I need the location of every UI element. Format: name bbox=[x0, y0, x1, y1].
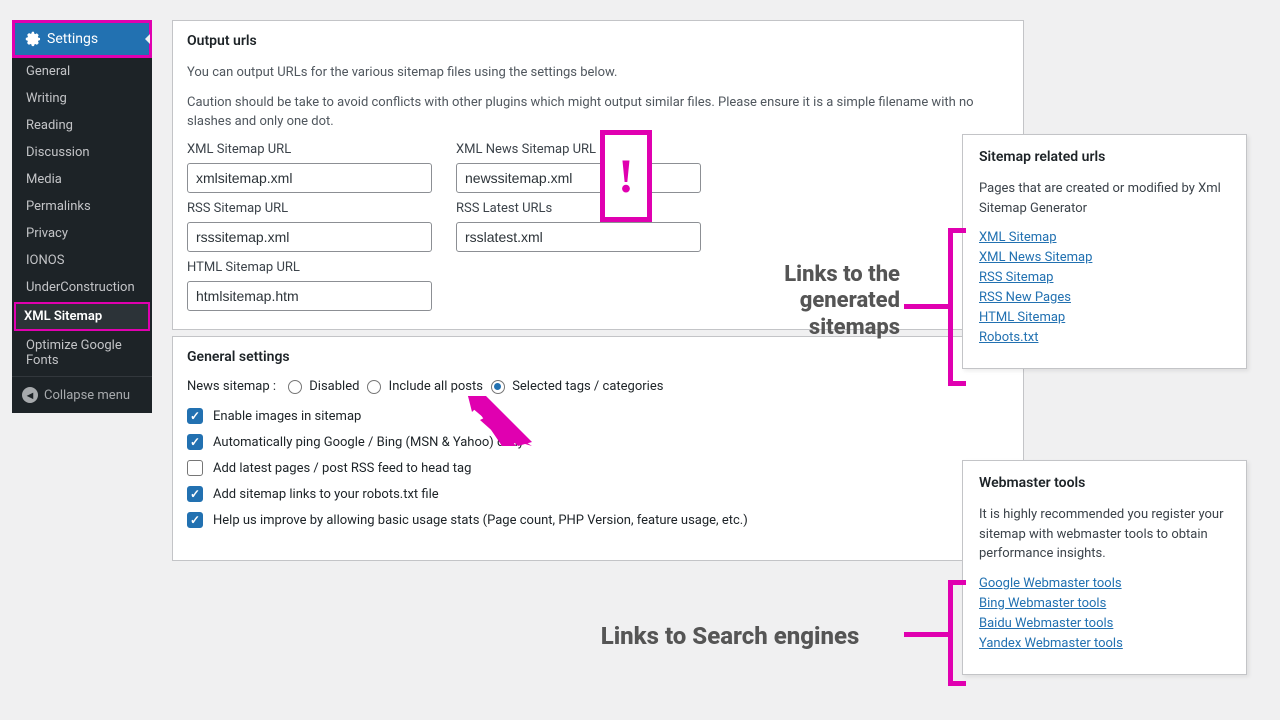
related-link-html-sitemap[interactable]: HTML Sitemap bbox=[979, 310, 1230, 325]
tools-link-baidu-webmaster-tools[interactable]: Baidu Webmaster tools bbox=[979, 616, 1230, 631]
xml-news-label: XML News Sitemap URL bbox=[456, 142, 701, 157]
collapse-icon: ◄ bbox=[22, 387, 38, 403]
tools-title: Webmaster tools bbox=[979, 475, 1230, 491]
sidebar-item-reading[interactable]: Reading bbox=[12, 112, 152, 139]
related-link-xml-sitemap[interactable]: XML Sitemap bbox=[979, 230, 1230, 245]
output-desc-2: Caution should be take to avoid conflict… bbox=[187, 93, 1009, 132]
sidebar-item-general[interactable]: General bbox=[12, 58, 152, 85]
checkbox-row: Enable images in sitemap bbox=[187, 408, 1009, 424]
html-sitemap-label: HTML Sitemap URL bbox=[187, 260, 432, 275]
radio-selected-tags-categories[interactable] bbox=[491, 380, 505, 394]
connector-icon bbox=[904, 632, 952, 637]
checkbox-row: Add sitemap links to your robots.txt fil… bbox=[187, 486, 1009, 502]
checkbox-label: Enable images in sitemap bbox=[213, 409, 361, 424]
radio-label: Disabled bbox=[306, 379, 359, 394]
tools-desc: It is highly recommended you register yo… bbox=[979, 505, 1230, 564]
annotation-links-sitemaps: Links to the generated sitemaps bbox=[720, 262, 900, 341]
webmaster-tools-box: Webmaster tools It is highly recommended… bbox=[962, 460, 1247, 675]
rss-sitemap-input[interactable] bbox=[187, 222, 432, 252]
general-settings-title: General settings bbox=[187, 349, 1009, 365]
news-sitemap-label: News sitemap : bbox=[187, 379, 276, 394]
checkbox[interactable] bbox=[187, 512, 203, 528]
news-sitemap-row: News sitemap : Disabled Include all post… bbox=[187, 379, 1009, 394]
checkbox[interactable] bbox=[187, 460, 203, 476]
checkbox-label: Add sitemap links to your robots.txt fil… bbox=[213, 487, 439, 502]
collapse-menu[interactable]: ◄ Collapse menu bbox=[12, 376, 152, 413]
checkbox-row: Add latest pages / post RSS feed to head… bbox=[187, 460, 1009, 476]
sidebar-settings-header[interactable]: Settings bbox=[12, 20, 152, 58]
sidebar-item-ionos[interactable]: IONOS bbox=[12, 247, 152, 274]
xml-news-input[interactable] bbox=[456, 163, 701, 193]
rss-latest-input[interactable] bbox=[456, 222, 701, 252]
xml-sitemap-input[interactable] bbox=[187, 163, 432, 193]
checkbox[interactable] bbox=[187, 408, 203, 424]
radio-disabled[interactable] bbox=[288, 380, 302, 394]
collapse-label: Collapse menu bbox=[44, 388, 130, 403]
gear-icon bbox=[25, 31, 41, 47]
exclamation-icon: ! bbox=[600, 130, 652, 222]
related-desc: Pages that are created or modified by Xm… bbox=[979, 179, 1230, 218]
general-settings-panel: General settings News sitemap : Disabled… bbox=[172, 336, 1024, 561]
rss-latest-label: RSS Latest URLs bbox=[456, 201, 701, 216]
connector-icon bbox=[904, 304, 952, 309]
sidebar-item-privacy[interactable]: Privacy bbox=[12, 220, 152, 247]
tools-link-yandex-webmaster-tools[interactable]: Yandex Webmaster tools bbox=[979, 636, 1230, 651]
arrow-icon bbox=[468, 396, 532, 446]
rss-sitemap-label: RSS Sitemap URL bbox=[187, 201, 432, 216]
related-link-rss-sitemap[interactable]: RSS Sitemap bbox=[979, 270, 1230, 285]
related-title: Sitemap related urls bbox=[979, 149, 1230, 165]
output-desc-1: You can output URLs for the various site… bbox=[187, 63, 1009, 83]
checkbox-row: Help us improve by allowing basic usage … bbox=[187, 512, 1009, 528]
related-link-xml-news-sitemap[interactable]: XML News Sitemap bbox=[979, 250, 1230, 265]
radio-label: Include all posts bbox=[385, 379, 483, 394]
sidebar-item-writing[interactable]: Writing bbox=[12, 85, 152, 112]
xml-sitemap-label: XML Sitemap URL bbox=[187, 142, 432, 157]
checkbox-label: Add latest pages / post RSS feed to head… bbox=[213, 461, 471, 476]
sidebar-item-underconstruction[interactable]: UnderConstruction bbox=[12, 274, 152, 301]
checkbox[interactable] bbox=[187, 434, 203, 450]
checkbox-label: Help us improve by allowing basic usage … bbox=[213, 513, 748, 528]
related-link-robots-txt[interactable]: Robots.txt bbox=[979, 330, 1230, 345]
related-link-rss-new-pages[interactable]: RSS New Pages bbox=[979, 290, 1230, 305]
sidebar-settings-label: Settings bbox=[47, 31, 98, 47]
radio-include-all-posts[interactable] bbox=[367, 380, 381, 394]
annotation-links-engines: Links to Search engines bbox=[560, 622, 900, 651]
tools-link-bing-webmaster-tools[interactable]: Bing Webmaster tools bbox=[979, 596, 1230, 611]
sidebar-item-media[interactable]: Media bbox=[12, 166, 152, 193]
sidebar-item-optimize-google-fonts[interactable]: Optimize Google Fonts bbox=[12, 332, 152, 374]
tools-link-google-webmaster-tools[interactable]: Google Webmaster tools bbox=[979, 576, 1230, 591]
output-urls-title: Output urls bbox=[187, 33, 1009, 49]
html-sitemap-input[interactable] bbox=[187, 281, 432, 311]
radio-label: Selected tags / categories bbox=[509, 379, 663, 394]
sidebar-item-permalinks[interactable]: Permalinks bbox=[12, 193, 152, 220]
sidebar-item-xml-sitemap[interactable]: XML Sitemap bbox=[14, 302, 150, 331]
settings-sidebar: Settings GeneralWritingReadingDiscussion… bbox=[12, 20, 152, 413]
sitemap-related-box: Sitemap related urls Pages that are crea… bbox=[962, 134, 1247, 369]
checkbox[interactable] bbox=[187, 486, 203, 502]
sidebar-item-discussion[interactable]: Discussion bbox=[12, 139, 152, 166]
checkbox-row: Automatically ping Google / Bing (MSN & … bbox=[187, 434, 1009, 450]
